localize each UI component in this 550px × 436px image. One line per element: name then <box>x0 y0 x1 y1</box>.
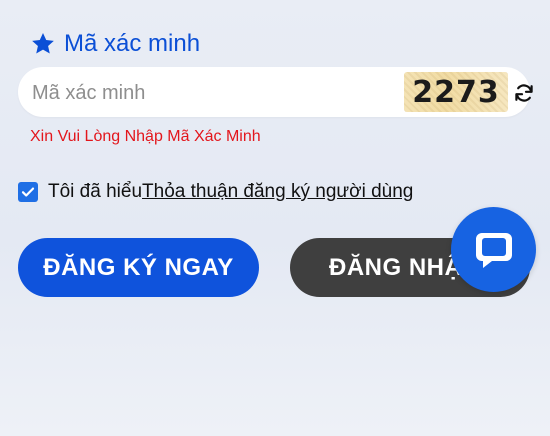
captcha-code: 2273 <box>412 74 500 110</box>
agreement-text: Tôi đã hiểu <box>48 181 143 202</box>
check-icon <box>21 187 35 197</box>
refresh-icon <box>515 84 533 102</box>
captcha-image: 2273 <box>404 72 508 112</box>
captcha-label: Mã xác minh <box>30 30 200 58</box>
agreement-checkbox[interactable] <box>18 182 38 202</box>
agreement-row: Tôi đã hiểu Thỏa thuận đăng ký người dùn… <box>18 181 413 203</box>
register-now-button[interactable]: ĐĂNG KÝ NGAY <box>18 238 259 297</box>
captcha-error-message: Xin Vui Lòng Nhập Mã Xác Minh <box>30 128 261 145</box>
chat-bubble-icon <box>475 232 512 268</box>
star-icon <box>30 31 56 57</box>
captcha-label-text: Mã xác minh <box>64 30 201 57</box>
user-agreement-link[interactable]: Thỏa thuận đăng ký người dùng <box>142 181 413 203</box>
live-chat-button[interactable] <box>451 207 536 292</box>
captcha-input[interactable] <box>30 75 404 111</box>
captcha-field: 2273 <box>18 67 533 117</box>
refresh-captcha-button[interactable] <box>511 80 537 106</box>
